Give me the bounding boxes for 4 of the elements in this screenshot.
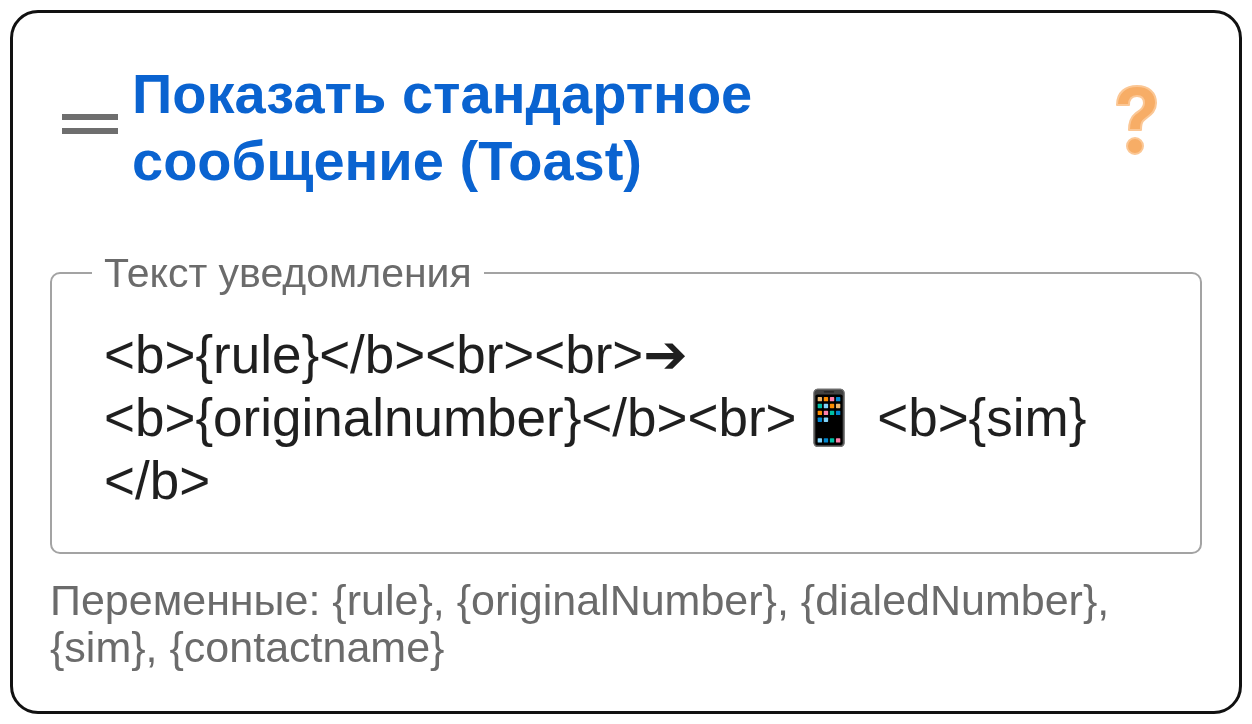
card-title: Показать стандартное сообщение (Toast): [132, 61, 754, 194]
helper-text: Переменные: {rule}, {originalNumber}, {dialedNumber}, {sim}, {contactname}: [50, 577, 1111, 671]
drag-handle-icon[interactable]: [62, 114, 118, 134]
field-label: Текст уведомления: [103, 249, 473, 298]
